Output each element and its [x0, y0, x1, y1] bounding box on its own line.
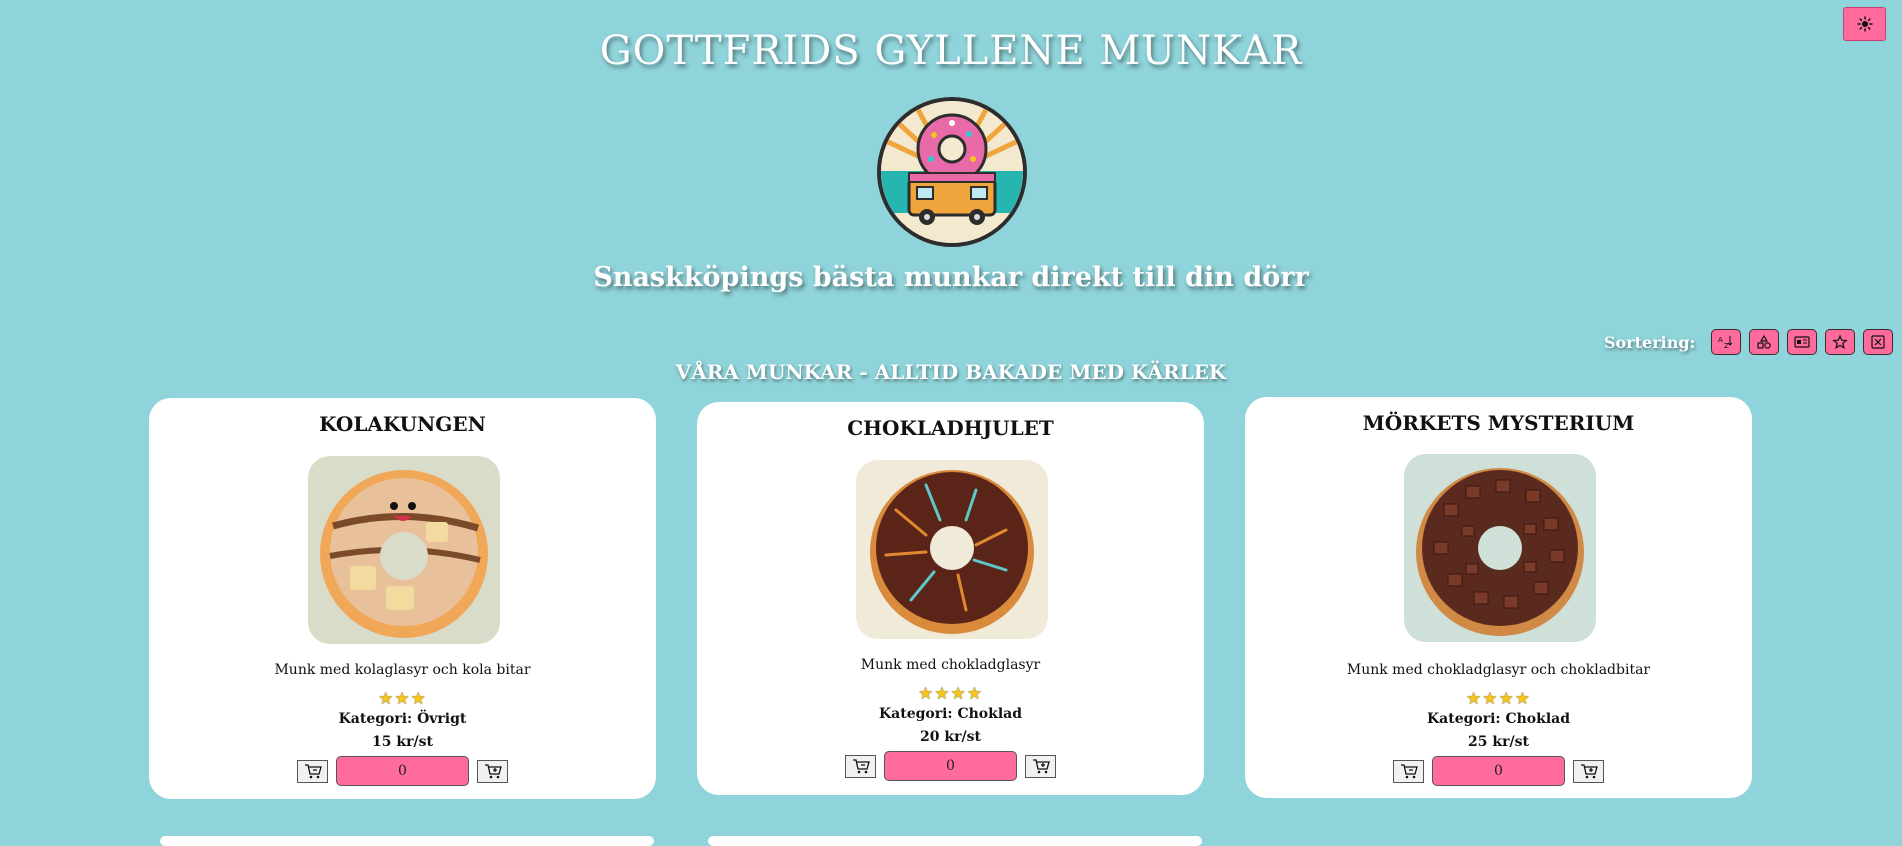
- product-price: 20 kr/st: [920, 729, 981, 745]
- quantity-controls: [149, 756, 656, 786]
- product-category: Kategori: Övrigt: [338, 711, 467, 727]
- product-name: KOLAKUNGEN: [319, 412, 486, 436]
- stars-text: ★★★★: [1466, 689, 1531, 709]
- quantity-controls: [1245, 756, 1752, 786]
- rating-stars: ★★★★: [1245, 689, 1752, 709]
- product-description: Munk med kolaglasyr och kola bitar: [274, 662, 531, 678]
- quantity-field[interactable]: [884, 751, 1017, 781]
- product-card-partial: [160, 836, 654, 846]
- quantity-field[interactable]: [1432, 756, 1565, 786]
- svg-text:A: A: [1718, 336, 1723, 344]
- product-name: CHOKLADHJULET: [847, 416, 1054, 440]
- reset-x-icon: [1871, 335, 1886, 349]
- tagline: Snaskköpings bästa munkar direkt till di…: [593, 262, 1309, 293]
- product-card: MÖRKETS MYSTERIUM Munk med chokladglasyr…: [1245, 397, 1752, 798]
- caramel-donut-image: [308, 456, 500, 644]
- add-to-cart-button[interactable]: [1025, 754, 1056, 778]
- remove-from-cart-button[interactable]: [845, 754, 876, 778]
- cart-minus-icon: [852, 759, 870, 774]
- product-card-partial: [708, 836, 1202, 846]
- add-to-cart-button[interactable]: [1573, 759, 1604, 783]
- remove-from-cart-button[interactable]: [297, 759, 328, 783]
- cart-plus-icon: [1580, 764, 1598, 779]
- site-title: GOTTFRIDS GYLLENE MUNKAR: [599, 28, 1303, 74]
- sort-bar: Sortering: A Z: [1604, 328, 1894, 356]
- sort-price-button[interactable]: [1787, 329, 1818, 355]
- product-name: MÖRKETS MYSTERIUM: [1362, 411, 1635, 435]
- rating-stars: ★★★★: [697, 684, 1204, 704]
- product-category: Kategori: Choklad: [1426, 711, 1570, 727]
- section-title: VÅRA MUNKAR - ALLTID BAKADE MED KÄRLEK: [675, 360, 1227, 384]
- sort-category-button[interactable]: [1749, 329, 1780, 355]
- sort-label: Sortering:: [1604, 332, 1696, 352]
- price-tag-icon: [1794, 336, 1811, 348]
- product-card: KOLAKUNGEN Munk med kolaglasyr och kola …: [149, 398, 656, 799]
- quantity-controls: [697, 751, 1204, 781]
- product-description: Munk med chokladglasyr och chokladbitar: [1346, 662, 1651, 678]
- add-to-cart-button[interactable]: [477, 759, 508, 783]
- cart-plus-icon: [1032, 759, 1050, 774]
- dark-chocolate-donut-image: [1404, 454, 1596, 642]
- sort-alphabetical-button[interactable]: A Z: [1711, 329, 1742, 355]
- sort-alpha-icon: A Z: [1718, 336, 1733, 349]
- quantity-field[interactable]: [336, 756, 469, 786]
- stars-text: ★★★: [378, 689, 427, 709]
- donut-truck-logo: [877, 97, 1027, 247]
- product-category: Kategori: Choklad: [878, 706, 1022, 722]
- rating-stars: ★★★: [149, 689, 656, 709]
- chocolate-donut-image: [856, 460, 1048, 639]
- product-price: 25 kr/st: [1468, 734, 1529, 750]
- product-description: Munk med chokladglasyr: [860, 657, 1041, 673]
- reset-sort-button[interactable]: [1863, 329, 1894, 355]
- cart-minus-icon: [1400, 764, 1418, 779]
- star-icon: [1832, 335, 1849, 349]
- cart-minus-icon: [304, 764, 322, 779]
- product-card: CHOKLADHJULET Munk med chokladglasyr ★★★…: [697, 402, 1204, 795]
- sort-rating-button[interactable]: [1825, 329, 1856, 355]
- product-price: 15 kr/st: [372, 734, 433, 750]
- remove-from-cart-button[interactable]: [1393, 759, 1424, 783]
- cart-plus-icon: [484, 764, 502, 779]
- category-shapes-icon: [1757, 335, 1772, 349]
- stars-text: ★★★★: [918, 684, 983, 704]
